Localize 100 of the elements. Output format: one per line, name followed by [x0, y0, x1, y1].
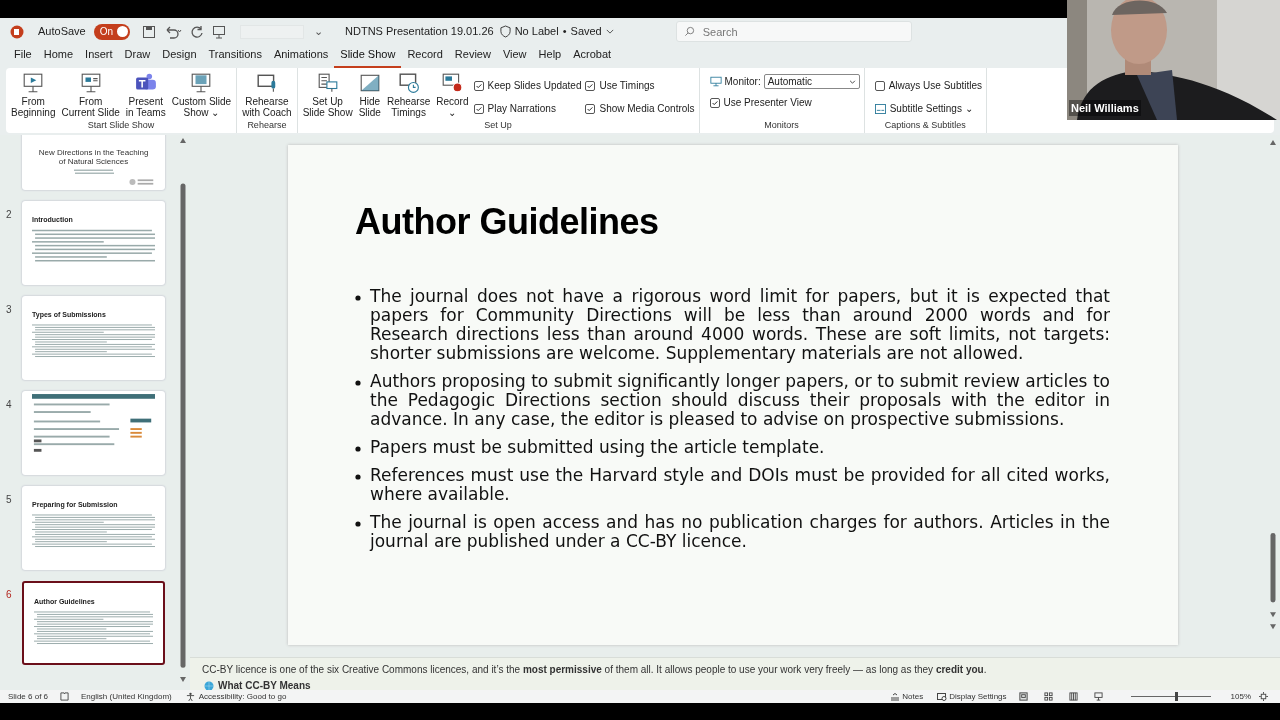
bullet-icon — [355, 295, 361, 301]
bullet-icon — [355, 380, 361, 386]
checkbox[interactable]: Use Timings — [585, 78, 695, 93]
reading-view-icon[interactable] — [1068, 692, 1078, 701]
caret-icon[interactable] — [605, 29, 614, 34]
check-icon — [586, 104, 595, 113]
ribbon-button[interactable]: Set Up Slide Show — [301, 72, 354, 118]
ribbon-tab[interactable]: Review — [448, 45, 497, 68]
ribbon-tab[interactable]: File — [8, 45, 38, 68]
group-label: Set Up — [484, 118, 512, 132]
slide-number: 3 — [6, 304, 12, 315]
language-status[interactable]: English (United Kingdom) — [81, 690, 172, 703]
autosave-toggle[interactable]: On — [93, 23, 131, 40]
ribbon-tab[interactable]: Home — [37, 45, 80, 68]
ribbon-tab[interactable]: Help — [532, 45, 568, 68]
separator-dot: • — [562, 24, 567, 40]
ribbon-tab[interactable]: Transitions — [202, 45, 268, 68]
slide-number: 4 — [6, 399, 12, 410]
document-title: NDTNS Presentation 19.01.26 — [345, 24, 494, 40]
checkbox[interactable]: Use Presenter View — [709, 95, 860, 110]
group-label: Start Slide Show — [87, 118, 155, 132]
checkbox[interactable]: Keep Slides Updated — [473, 78, 582, 93]
caret-icon — [848, 79, 856, 84]
slide-thumbnail[interactable] — [22, 391, 165, 475]
notes-button[interactable]: Notes — [890, 690, 924, 703]
ribbon-button[interactable]: Rehearse with Coach — [241, 72, 293, 118]
customize-caret[interactable]: ⌄ — [312, 23, 326, 40]
shield-icon — [499, 25, 511, 38]
sensitivity-label[interactable]: No Label — [514, 23, 559, 40]
record-icon — [441, 72, 464, 94]
group-label: Rehearse — [247, 118, 287, 132]
slide-title: Author Guidelines — [355, 200, 660, 244]
undo-icon[interactable] — [164, 24, 183, 39]
group-label: Monitors — [764, 118, 799, 132]
check-icon — [710, 98, 719, 107]
ribbon-tab[interactable]: Acrobat — [567, 45, 618, 68]
ribbon-button[interactable]: Record ⌄ — [435, 72, 470, 118]
check-icon — [474, 81, 483, 90]
monitor-dropdown[interactable]: Automatic — [763, 74, 860, 89]
screens-icon — [316, 72, 339, 94]
check-icon — [474, 104, 483, 113]
ribbon-tab[interactable]: Record — [401, 45, 449, 68]
ribbon-tab[interactable]: Insert — [79, 45, 119, 68]
screen-timer-icon — [397, 72, 420, 94]
participant-name: Neil Williams — [1069, 99, 1141, 116]
display-settings-button[interactable]: Display Settings — [937, 690, 1007, 703]
hide-slide-icon — [358, 72, 381, 94]
ribbon-button[interactable]: From Beginning — [10, 72, 57, 118]
ribbon-tab[interactable]: View — [496, 45, 533, 68]
slide-count: Slide 6 of 6 — [8, 690, 49, 703]
globe-icon — [204, 680, 214, 691]
slide-number: 5 — [6, 494, 12, 505]
logo-icon — [129, 178, 155, 186]
slide-title: New Directions in the Teaching of Natural Sciences — [37, 148, 150, 166]
redo-icon[interactable] — [190, 24, 205, 39]
search-field[interactable]: Search — [675, 21, 912, 42]
notes-heading: What CC-BY Means — [218, 679, 311, 693]
notes-text: CC-BY licence is one of the six Creative Commons licences, and it’s the most permissive of them all. It allows people to use your work very freely — as long as they credit you. — [202, 663, 988, 677]
slide-sorter-icon[interactable] — [1043, 692, 1053, 701]
fit-icon[interactable] — [1259, 692, 1268, 701]
check-icon — [586, 81, 595, 90]
save-icon[interactable] — [142, 24, 157, 39]
ribbon-tab[interactable]: Animations — [267, 45, 335, 68]
ribbon-button[interactable]: Present in Teams — [124, 72, 167, 118]
ribbon-tab[interactable]: Draw — [118, 45, 157, 68]
zoom-level[interactable]: 105% — [1230, 690, 1251, 703]
monitor-label: Monitor: — [724, 75, 761, 89]
ribbon-button[interactable]: Custom Slide Show ⌄ — [170, 72, 233, 118]
save-status[interactable]: Saved — [570, 23, 602, 40]
bullet-text: Authors proposing to submit significantly longer papers, or to submit review articles to the Pedagogic Directions section should discuss their proposals with the editor in advance. In any case, the editor is pleased to advise on prospective submissions. — [370, 372, 1110, 429]
ribbon-button[interactable]: Rehearse Timings — [385, 72, 432, 118]
slide-number: 6 — [6, 589, 12, 600]
bullet-icon — [355, 521, 361, 527]
ribbon-button[interactable]: From Current Slide — [60, 72, 121, 118]
checkbox[interactable]: Play Narrations — [473, 101, 582, 116]
screen-microphone-icon — [255, 72, 278, 94]
book-icon[interactable] — [60, 692, 70, 701]
accessibility-status[interactable]: Accessibility: Good to go — [198, 690, 287, 703]
ribbon-tab[interactable]: Design — [156, 45, 203, 68]
presentation-icon[interactable] — [212, 24, 227, 39]
slide-number: 2 — [6, 209, 12, 220]
bullet-icon — [355, 446, 361, 452]
checkbox[interactable]: Always Use Subtitles — [874, 78, 983, 93]
subtitle-settings-button[interactable]: Subtitle Settings ⌄ — [874, 101, 983, 116]
monitor-icon — [709, 76, 722, 87]
bullet-text: Papers must be submitted using the article template. — [370, 438, 825, 457]
normal-view-icon[interactable] — [1018, 692, 1028, 701]
bullet-text: The journal does not have a rigorous word limit for papers, but it is expected that papers for Community Directions will be less than around 2000 words and for Research directions less than around 4000 words. These are soft limits, not targets: shorter submissions are welcome. Supplementary materials are not allowed. — [370, 287, 1110, 363]
slide-thumbnail[interactable]: New Directions in the Teaching of Natural Sciences — [22, 135, 165, 190]
notes-icon — [890, 692, 901, 701]
screen-icon — [190, 72, 213, 94]
screen-play-icon — [22, 72, 45, 94]
checkbox[interactable]: Show Media Controls — [585, 101, 695, 116]
accessibility-icon[interactable] — [185, 692, 195, 701]
bullet-text: References must use the Harvard style and DOIs must be provided for all cited works, where available. — [370, 466, 1110, 504]
screen-icon — [79, 72, 102, 94]
slide-show-icon[interactable] — [1093, 692, 1103, 701]
bullet-text: The journal is open access and has no publication charges for authors. Articles in the journal are published under a CC-BY licence. — [370, 513, 1110, 551]
search-icon — [683, 26, 695, 37]
ribbon-button[interactable]: Hide Slide — [357, 72, 382, 118]
